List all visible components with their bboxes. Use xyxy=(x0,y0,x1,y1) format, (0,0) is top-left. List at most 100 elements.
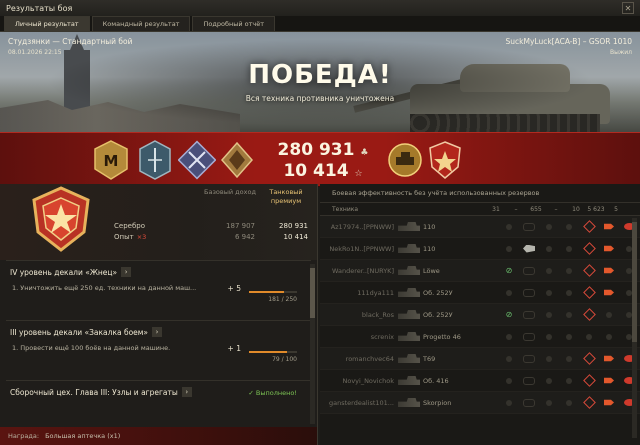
credits-total: 280 931 xyxy=(277,140,355,160)
tank-icon xyxy=(398,310,420,319)
enemy-tank-name: 110 xyxy=(423,222,436,231)
block-icon xyxy=(566,245,572,252)
enemy-player-name: Novyi_Novichok xyxy=(342,376,394,385)
achievements-band: M 280 931 ♣ 10 414 ☆ xyxy=(0,132,640,187)
tank-achievement-icon[interactable] xyxy=(386,139,424,181)
mission-reaper-decal: IV уровень декали «Жнец» › 1. Уничтожить … xyxy=(6,260,311,320)
mission-title: III уровень декали «Закалка боем» xyxy=(10,327,149,337)
assist-icon xyxy=(546,311,552,318)
tank-icon xyxy=(398,266,420,275)
assist-icon xyxy=(546,355,552,362)
block-icon xyxy=(566,333,572,340)
spot-icon xyxy=(506,245,512,252)
crit-icon xyxy=(523,288,535,297)
spot-icon xyxy=(506,223,512,230)
enemy-tank-name: Progetto 46 xyxy=(423,332,461,341)
col-header-assist: 655 xyxy=(530,205,542,213)
right-scrollbar[interactable] xyxy=(632,218,637,438)
mission-progress-bar xyxy=(249,351,297,353)
mastery-badge-icon[interactable]: M xyxy=(92,139,130,181)
hit-icon xyxy=(582,286,596,299)
table-row[interactable]: romanchvec64 T69 xyxy=(320,348,640,370)
battle-result-subtitle: Вся техника противника уничтожена xyxy=(245,94,395,103)
table-row[interactable]: Novyi_Novichok Об. 416 xyxy=(320,370,640,392)
block-icon xyxy=(566,355,572,362)
vehicle-column-header: Техника xyxy=(332,205,359,213)
tank-icon xyxy=(398,398,420,407)
xp-total: 10 414 xyxy=(283,161,349,181)
assist-icon xyxy=(546,245,552,252)
close-icon[interactable]: ✕ xyxy=(622,2,634,14)
mission-battle-hardened-decal: III уровень декали «Закалка боем» › 1. Пр… xyxy=(6,320,311,380)
hit-icon xyxy=(582,352,596,365)
table-row[interactable]: screnix Progetto 46 xyxy=(320,326,640,348)
enemy-player-name: Wanderer..[NURYK] xyxy=(331,266,394,275)
block-icon xyxy=(566,267,572,274)
enemy-player-name: screnix xyxy=(370,332,394,341)
victory-emblem-icon xyxy=(32,186,90,252)
hit-icon xyxy=(582,396,596,409)
assist-icon xyxy=(546,333,552,340)
hit-icon xyxy=(582,308,596,321)
shield-achievement-icon[interactable] xyxy=(426,139,464,181)
tab-team[interactable]: Командный результат xyxy=(91,16,191,31)
table-row[interactable]: 111dya111 Об. 252У xyxy=(320,282,640,304)
title-bar: Результаты боя ✕ xyxy=(0,0,640,16)
table-row[interactable]: black_Ros Об. 252У ⊘ xyxy=(320,304,640,326)
block-icon xyxy=(566,377,572,384)
premium-income-header: Танковый премиум xyxy=(269,188,303,205)
damage-icon xyxy=(604,355,614,362)
tab-bar: Личный результат Командный результат Под… xyxy=(0,16,640,32)
damage-icon xyxy=(606,311,612,318)
credits-premium-value: 280 931 xyxy=(279,222,308,230)
crit-icon xyxy=(523,332,535,341)
spot-icon xyxy=(506,377,512,384)
table-row[interactable]: NekRo1N..[PPNWW] 110 xyxy=(320,238,640,260)
table-row[interactable]: gansterdealist101... Skorpion xyxy=(320,392,640,414)
enemy-player-name: Az17974..[PPNWW] xyxy=(330,222,394,231)
enemy-player-name: black_Ros xyxy=(361,310,394,319)
crossed-guns-medal-icon[interactable] xyxy=(178,139,216,181)
diamond-medal-icon[interactable] xyxy=(218,139,256,181)
xp-star-icon: ☆ xyxy=(354,169,363,179)
block-icon xyxy=(566,223,572,230)
enemy-tank-name: T69 xyxy=(423,354,436,363)
tank-icon xyxy=(398,288,420,297)
efficiency-panel: Боевая эффективность без учёта использов… xyxy=(320,184,640,445)
crit-icon xyxy=(523,266,535,275)
enemy-tank-name: Об. 252У xyxy=(423,310,453,319)
block-icon xyxy=(566,311,572,318)
left-scrollbar[interactable] xyxy=(310,264,315,424)
xp-premium-value: 10 414 xyxy=(283,233,309,241)
assist-icon xyxy=(546,399,552,406)
crit-icon xyxy=(523,310,535,319)
tab-detailed[interactable]: Подробный отчёт xyxy=(192,16,276,31)
crit-icon xyxy=(523,244,535,253)
window-title: Результаты боя xyxy=(6,3,73,13)
crit-icon xyxy=(523,222,535,231)
efficiency-table-header: Техника 31 – 655 – 10 5 623 5 xyxy=(320,202,640,216)
mission-assembly-shop: Сборочный цех. Глава III: Узлы и агрегат… xyxy=(6,380,311,406)
mission-details-button[interactable]: › xyxy=(152,327,163,337)
efficiency-table-body: Az17974..[PPNWW] 110 NekRo1N..[PPNWW] 11… xyxy=(320,216,640,414)
xp-multiplier: ×3 xyxy=(136,233,147,241)
table-row[interactable]: Wanderer..[NURYK] Löwe ⊘ xyxy=(320,260,640,282)
enemy-player-name: 111dya111 xyxy=(357,288,394,297)
enemy-tank-name: Об. 416 xyxy=(423,376,449,385)
mission-details-button[interactable]: › xyxy=(121,267,132,277)
mission-progress-bar xyxy=(249,291,297,293)
assist-icon xyxy=(546,289,552,296)
credits-base-value: 187 907 xyxy=(226,222,255,230)
spot-icon: ⊘ xyxy=(505,266,513,275)
survival-status: Выжил xyxy=(610,49,632,56)
mission-details-button[interactable]: › xyxy=(181,387,192,397)
table-row[interactable]: Az17974..[PPNWW] 110 xyxy=(320,216,640,238)
enemy-tank-name: Löwe xyxy=(423,266,440,275)
sniper-medal-icon[interactable] xyxy=(136,139,174,181)
damage-icon xyxy=(604,245,614,252)
earnings-summary: Базовый доход Танковый премиум Серебро О… xyxy=(0,184,317,260)
col-header-hits: 10 xyxy=(572,205,580,213)
tab-personal[interactable]: Личный результат xyxy=(4,16,90,31)
player-vehicle-label: SuckMyLuck[ACA-B] – GSOR 1010 xyxy=(505,37,632,46)
damage-icon xyxy=(606,333,612,340)
